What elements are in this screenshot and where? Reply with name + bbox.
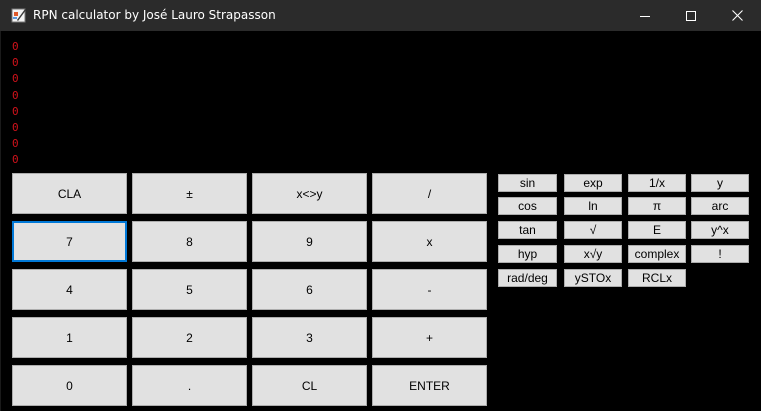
tan-button[interactable]: tan bbox=[498, 221, 557, 239]
swap-xy-button[interactable]: x<>y bbox=[252, 173, 367, 214]
app-icon bbox=[11, 8, 26, 23]
y-button[interactable]: y bbox=[691, 174, 749, 192]
title-bar[interactable]: RPN calculator by José Lauro Strapasson bbox=[0, 0, 761, 31]
recall-button[interactable]: RCLx bbox=[628, 269, 686, 287]
digit-9-button[interactable]: 9 bbox=[252, 221, 367, 262]
maximize-icon bbox=[686, 10, 696, 21]
minimize-button[interactable] bbox=[622, 0, 668, 31]
cos-button[interactable]: cos bbox=[498, 197, 557, 215]
minimize-icon bbox=[640, 15, 650, 17]
decimal-point-button[interactable]: . bbox=[132, 365, 247, 406]
divide-button[interactable]: / bbox=[372, 173, 487, 214]
digit-8-button[interactable]: 8 bbox=[132, 221, 247, 262]
subtract-button[interactable]: - bbox=[372, 269, 487, 310]
ln-button[interactable]: ln bbox=[564, 197, 622, 215]
window-title: RPN calculator by José Lauro Strapasson bbox=[33, 8, 276, 22]
pi-button[interactable]: π bbox=[628, 197, 686, 215]
arc-button[interactable]: arc bbox=[691, 197, 749, 215]
maximize-button[interactable] bbox=[668, 0, 714, 31]
stack-register: 0 bbox=[12, 153, 19, 167]
rad-deg-button[interactable]: rad/deg bbox=[498, 269, 557, 287]
stack-register: 0 bbox=[12, 40, 19, 53]
stack-register: 0 bbox=[12, 137, 19, 151]
close-icon bbox=[731, 10, 743, 21]
close-button[interactable] bbox=[714, 0, 760, 31]
factorial-button[interactable]: ! bbox=[691, 245, 749, 263]
store-button[interactable]: ySTOx bbox=[564, 269, 622, 287]
stack-register: 0 bbox=[12, 120, 19, 134]
enter-button[interactable]: ENTER bbox=[372, 365, 487, 406]
digit-3-button[interactable]: 3 bbox=[252, 317, 367, 358]
clear-all-button[interactable]: CLA bbox=[12, 173, 127, 214]
sin-button[interactable]: sin bbox=[498, 174, 557, 192]
change-sign-button[interactable]: ± bbox=[132, 173, 247, 214]
digit-6-button[interactable]: 6 bbox=[252, 269, 367, 310]
digit-1-button[interactable]: 1 bbox=[12, 317, 127, 358]
digit-2-button[interactable]: 2 bbox=[132, 317, 247, 358]
stack-register: 0 bbox=[12, 56, 19, 70]
digit-5-button[interactable]: 5 bbox=[132, 269, 247, 310]
reciprocal-button[interactable]: 1/x bbox=[628, 174, 686, 192]
square-root-button[interactable]: √ bbox=[564, 221, 622, 239]
add-button[interactable]: + bbox=[372, 317, 487, 358]
hyp-button[interactable]: hyp bbox=[498, 245, 557, 263]
nth-root-button[interactable]: x√y bbox=[564, 245, 622, 263]
stack-display: 0 0 0 0 0 0 0 0 bbox=[12, 39, 19, 169]
exp-button[interactable]: exp bbox=[564, 174, 622, 192]
stack-register: 0 bbox=[12, 104, 19, 118]
multiply-button[interactable]: x bbox=[372, 221, 487, 262]
digit-7-button[interactable]: 7 bbox=[12, 221, 127, 262]
digit-0-button[interactable]: 0 bbox=[12, 365, 127, 406]
digit-4-button[interactable]: 4 bbox=[12, 269, 127, 310]
stack-register: 0 bbox=[12, 72, 19, 86]
stack-register: 0 bbox=[12, 88, 19, 102]
clear-x-button[interactable]: CL bbox=[252, 365, 367, 406]
power-button[interactable]: y^x bbox=[691, 221, 749, 239]
complex-button[interactable]: complex bbox=[628, 245, 686, 263]
e-button[interactable]: E bbox=[628, 221, 686, 239]
